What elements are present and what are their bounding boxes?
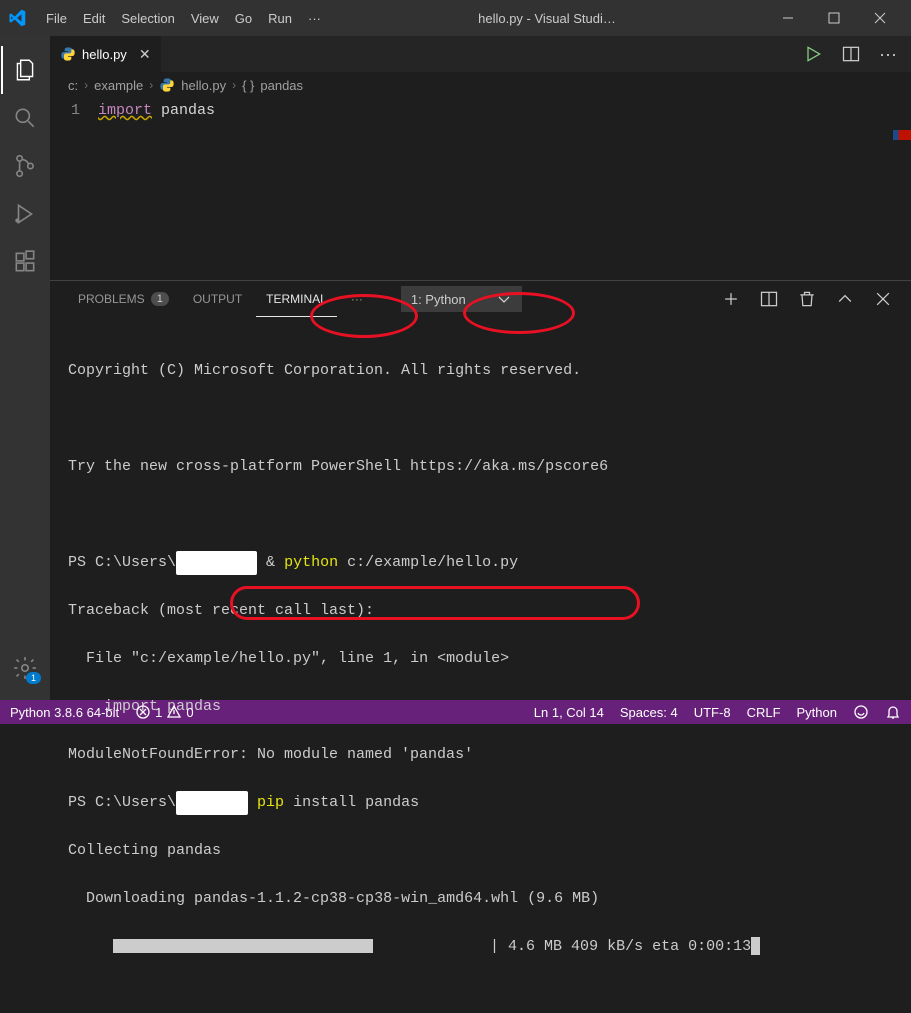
files-icon <box>12 57 38 83</box>
breadcrumb[interactable]: c: › example › hello.py › { } pandas <box>50 72 911 98</box>
tab-close-icon[interactable]: ✕ <box>139 46 151 63</box>
extensions-icon <box>12 249 38 275</box>
window-close-button[interactable] <box>857 0 903 36</box>
chevron-right-icon: › <box>149 78 153 92</box>
minimap-overview[interactable] <box>893 130 911 140</box>
redacted: XXXXXXXXX <box>176 551 257 575</box>
terminal-select-label: 1: Python <box>411 292 466 307</box>
python-file-icon <box>60 46 76 62</box>
activity-bar: 1 <box>0 36 50 700</box>
new-terminal-icon[interactable] <box>721 289 741 309</box>
terminal-select[interactable]: 1: Python <box>401 286 522 312</box>
status-interpreter[interactable]: Python 3.8.6 64-bit <box>10 705 119 720</box>
code-keyword: import <box>98 102 152 119</box>
breadcrumb-seg[interactable]: c: <box>68 78 78 93</box>
status-bell-icon[interactable] <box>885 704 901 720</box>
menu-view[interactable]: View <box>183 11 227 26</box>
python-file-icon <box>159 77 175 93</box>
terminal-line: Collecting pandas <box>68 839 893 863</box>
terminal-line: Copyright (C) Microsoft Corporation. All… <box>68 359 893 383</box>
redacted: XXXXXXXX <box>176 791 248 815</box>
activity-search[interactable] <box>1 94 49 142</box>
terminal-line: PS C:\Users\XXXXXXXX pip install pandas <box>68 791 893 815</box>
menu-edit[interactable]: Edit <box>75 11 113 26</box>
chevron-down-icon <box>496 291 512 307</box>
terminal-line: File "c:/example/hello.py", line 1, in <… <box>68 647 893 671</box>
breadcrumb-seg[interactable]: hello.py <box>181 78 226 93</box>
activity-explorer[interactable] <box>1 46 49 94</box>
activity-run-debug[interactable] <box>1 190 49 238</box>
warning-icon <box>166 704 182 720</box>
titlebar: File Edit Selection View Go Run ··· hell… <box>0 0 911 36</box>
editor-more-icon[interactable]: ··· <box>879 44 897 65</box>
terminal-line: | 4.6 MB 409 kB/s eta 0:00:13 <box>68 935 893 959</box>
terminal-cursor <box>751 937 760 955</box>
run-file-icon[interactable] <box>803 44 823 64</box>
terminal-line: Traceback (most recent call last): <box>68 599 893 623</box>
terminal-line: ModuleNotFoundError: No module named 'pa… <box>68 743 893 767</box>
tab-label: hello.py <box>82 47 127 62</box>
status-feedback-icon[interactable] <box>853 704 869 720</box>
line-number: 1 <box>50 102 98 119</box>
chevron-right-icon: › <box>232 78 236 92</box>
settings-badge: 1 <box>26 672 41 684</box>
close-panel-icon[interactable] <box>873 289 893 309</box>
panel-tabs: PROBLEMS 1 OUTPUT TERMINAL ··· 1: Python <box>50 281 911 317</box>
status-encoding[interactable]: UTF-8 <box>694 705 731 720</box>
status-problems[interactable]: 1 0 <box>135 704 193 720</box>
menu-selection[interactable]: Selection <box>113 11 182 26</box>
vscode-logo-icon <box>8 9 26 27</box>
activity-settings[interactable]: 1 <box>1 644 49 692</box>
status-cursor[interactable]: Ln 1, Col 14 <box>534 705 604 720</box>
editor-tabs: hello.py ✕ ··· <box>50 36 911 72</box>
status-language[interactable]: Python <box>797 705 837 720</box>
run-debug-icon <box>12 201 38 227</box>
bottom-panel: PROBLEMS 1 OUTPUT TERMINAL ··· 1: Python <box>50 280 911 700</box>
menu-go[interactable]: Go <box>227 11 260 26</box>
progress-bar <box>113 939 373 953</box>
chevron-right-icon: › <box>84 78 88 92</box>
window-title: hello.py - Visual Studi… <box>329 11 765 26</box>
menu-file[interactable]: File <box>38 11 75 26</box>
breadcrumb-seg[interactable]: pandas <box>260 78 303 93</box>
window-maximize-button[interactable] <box>811 0 857 36</box>
kill-terminal-icon[interactable] <box>797 289 817 309</box>
window-minimize-button[interactable] <box>765 0 811 36</box>
terminal-line: PS C:\Users\XXXXXXXXX & python c:/exampl… <box>68 551 893 575</box>
braces-icon: { } <box>242 78 254 93</box>
panel-more-icon[interactable]: ··· <box>341 281 373 317</box>
split-terminal-icon[interactable] <box>759 289 779 309</box>
maximize-panel-icon[interactable] <box>835 289 855 309</box>
terminal-line: Downloading pandas-1.1.2-cp38-cp38-win_a… <box>68 887 893 911</box>
status-indent[interactable]: Spaces: 4 <box>620 705 678 720</box>
code-text: pandas <box>152 102 215 119</box>
activity-source-control[interactable] <box>1 142 49 190</box>
status-eol[interactable]: CRLF <box>747 705 781 720</box>
editor-body[interactable]: 1 import pandas <box>50 98 911 123</box>
breadcrumb-seg[interactable]: example <box>94 78 143 93</box>
problems-badge: 1 <box>151 292 169 306</box>
panel-tab-terminal[interactable]: TERMINAL <box>256 281 337 317</box>
terminal-output[interactable]: Copyright (C) Microsoft Corporation. All… <box>50 317 911 1013</box>
error-icon <box>135 704 151 720</box>
editor-tab-hello[interactable]: hello.py ✕ <box>50 36 162 72</box>
menu-more-icon[interactable]: ··· <box>300 11 329 26</box>
split-editor-icon[interactable] <box>841 44 861 64</box>
panel-tab-problems[interactable]: PROBLEMS 1 <box>68 281 179 317</box>
terminal-line: Try the new cross-platform PowerShell ht… <box>68 455 893 479</box>
panel-tab-output[interactable]: OUTPUT <box>183 281 252 317</box>
menu-run[interactable]: Run <box>260 11 300 26</box>
source-control-icon <box>12 153 38 179</box>
search-icon <box>12 105 38 131</box>
activity-extensions[interactable] <box>1 238 49 286</box>
